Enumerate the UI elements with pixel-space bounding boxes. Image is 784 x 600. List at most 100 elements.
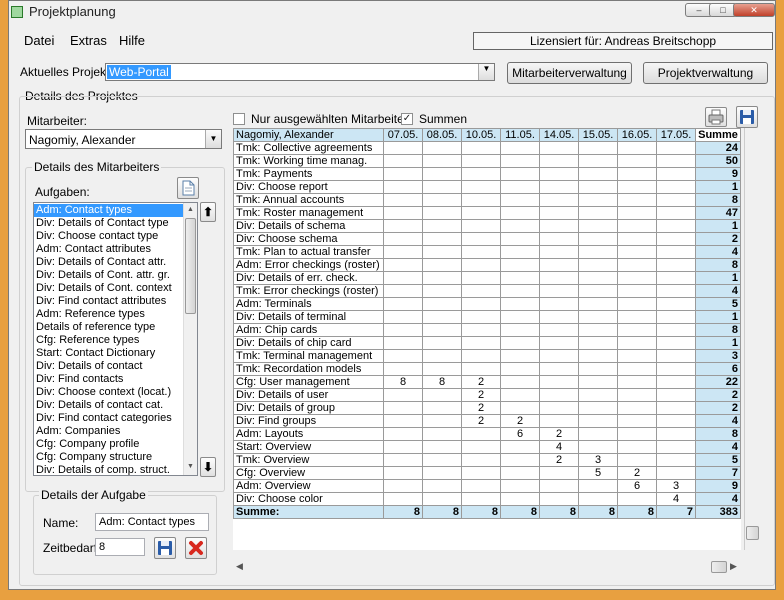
grid-hours-cell[interactable]	[500, 336, 540, 350]
grid-hours-cell[interactable]	[656, 284, 696, 298]
list-item[interactable]: Start: Contact Dictionary	[34, 347, 183, 360]
menu-datei[interactable]: Datei	[24, 33, 54, 48]
list-item[interactable]: Cfg: Company profile	[34, 438, 183, 451]
grid-sum-cell[interactable]: 5	[695, 453, 741, 467]
grid-task-cell[interactable]: Adm: Layouts	[233, 427, 384, 441]
grid-hours-cell[interactable]	[539, 245, 579, 259]
grid-hours-cell[interactable]	[461, 362, 501, 376]
grid-footer-label[interactable]: Summe:	[233, 505, 384, 519]
list-item[interactable]: Div: Find contact attributes	[34, 295, 183, 308]
grid-hours-cell[interactable]	[461, 336, 501, 350]
grid-hours-cell[interactable]: 2	[617, 466, 657, 480]
grid-hours-cell[interactable]	[383, 141, 423, 155]
grid-hours-cell[interactable]	[422, 310, 462, 324]
grid-hours-cell[interactable]	[422, 492, 462, 506]
grid-hours-cell[interactable]	[422, 141, 462, 155]
grid-hours-cell[interactable]	[500, 284, 540, 298]
grid-hours-cell[interactable]	[500, 167, 540, 181]
grid-hours-cell[interactable]	[383, 258, 423, 272]
grid-hours-cell[interactable]	[617, 180, 657, 194]
grid-hours-cell[interactable]	[383, 414, 423, 428]
grid-hours-cell[interactable]	[383, 453, 423, 467]
grid-hours-cell[interactable]	[383, 310, 423, 324]
grid-hours-cell[interactable]	[617, 427, 657, 441]
scroll-thumb[interactable]	[185, 218, 196, 314]
grid-hours-cell[interactable]	[383, 466, 423, 480]
grid-hours-cell[interactable]	[500, 375, 540, 389]
grid-hours-cell[interactable]	[461, 310, 501, 324]
grid-hours-cell[interactable]	[656, 440, 696, 454]
grid-sum-cell[interactable]: 50	[695, 154, 741, 168]
scroll-up-icon[interactable]: ▲	[187, 206, 194, 213]
grid-hours-cell[interactable]	[656, 336, 696, 350]
grid-hours-cell[interactable]	[539, 193, 579, 207]
grid-footer-value[interactable]: 8	[539, 505, 579, 519]
grid-hours-cell[interactable]: 3	[578, 453, 618, 467]
grid-hours-cell[interactable]	[383, 193, 423, 207]
grid-hours-cell[interactable]	[422, 427, 462, 441]
grid-hours-cell[interactable]	[578, 401, 618, 415]
grid-sum-cell[interactable]: 1	[695, 271, 741, 285]
grid-hours-cell[interactable]	[578, 427, 618, 441]
grid-hours-cell[interactable]: 5	[578, 466, 618, 480]
new-task-button[interactable]	[177, 177, 199, 199]
grid-hours-cell[interactable]	[422, 440, 462, 454]
grid-hours-cell[interactable]	[656, 219, 696, 233]
grid-hours-cell[interactable]: 8	[383, 375, 423, 389]
grid-hours-cell[interactable]	[656, 258, 696, 272]
grid-hours-cell[interactable]	[422, 154, 462, 168]
grid-hours-cell[interactable]	[617, 284, 657, 298]
grid-footer-value[interactable]: 8	[578, 505, 618, 519]
grid-hours-cell[interactable]	[461, 245, 501, 259]
list-item[interactable]: Div: Details of Contact attr.	[34, 256, 183, 269]
grid-hours-cell[interactable]	[461, 297, 501, 311]
grid-hours-cell[interactable]	[500, 141, 540, 155]
grid-header-date[interactable]: 11.05.	[500, 128, 540, 142]
grid-hours-cell[interactable]	[539, 297, 579, 311]
grid-hours-cell[interactable]	[422, 388, 462, 402]
grid-hours-cell[interactable]	[539, 232, 579, 246]
grid-hours-cell[interactable]	[500, 271, 540, 285]
grid-hours-cell[interactable]	[656, 232, 696, 246]
grid-header-date[interactable]: 15.05.	[578, 128, 618, 142]
grid-hours-cell[interactable]	[500, 362, 540, 376]
grid-hours-cell[interactable]	[500, 245, 540, 259]
grid-task-cell[interactable]: Tmk: Error checkings (roster)	[233, 284, 384, 298]
grid-sum-cell[interactable]: 22	[695, 375, 741, 389]
grid-hours-cell[interactable]	[500, 219, 540, 233]
grid-hours-cell[interactable]	[656, 349, 696, 363]
grid-task-cell[interactable]: Div: Details of err. check.	[233, 271, 384, 285]
grid-footer-value[interactable]: 8	[617, 505, 657, 519]
grid-sum-cell[interactable]: 1	[695, 219, 741, 233]
save-task-button[interactable]	[154, 537, 176, 559]
grid-header-date[interactable]: 08.05.	[422, 128, 462, 142]
grid-hours-cell[interactable]	[383, 362, 423, 376]
grid-hours-cell[interactable]	[383, 154, 423, 168]
print-button[interactable]	[705, 107, 727, 127]
grid-hours-cell[interactable]	[500, 479, 540, 493]
staff-combo[interactable]: Nagomiy, Alexander ▼	[25, 129, 222, 149]
grid-sum-cell[interactable]: 2	[695, 232, 741, 246]
grid-hours-cell[interactable]	[617, 167, 657, 181]
grid-hours-cell[interactable]	[617, 453, 657, 467]
grid-hours-cell[interactable]	[617, 362, 657, 376]
grid-hours-cell[interactable]	[500, 349, 540, 363]
grid-hours-cell[interactable]	[656, 167, 696, 181]
grid-hours-cell[interactable]	[383, 206, 423, 220]
grid-hours-cell[interactable]	[539, 479, 579, 493]
grid-hours-cell[interactable]	[617, 414, 657, 428]
grid-hours-cell[interactable]	[500, 323, 540, 337]
grid-hours-cell[interactable]	[461, 154, 501, 168]
grid-hours-cell[interactable]	[539, 258, 579, 272]
grid-header-date[interactable]: 07.05.	[383, 128, 423, 142]
grid-hours-cell[interactable]: 2	[539, 427, 579, 441]
grid-hours-cell[interactable]	[500, 206, 540, 220]
grid-task-cell[interactable]: Cfg: User management	[233, 375, 384, 389]
grid-sum-cell[interactable]: 8	[695, 427, 741, 441]
grid-hours-cell[interactable]	[539, 388, 579, 402]
grid-hours-cell[interactable]	[422, 466, 462, 480]
grid-hours-cell[interactable]	[422, 336, 462, 350]
grid-hours-cell[interactable]	[617, 232, 657, 246]
grid-hours-cell[interactable]	[461, 427, 501, 441]
grid-hours-cell[interactable]	[383, 479, 423, 493]
